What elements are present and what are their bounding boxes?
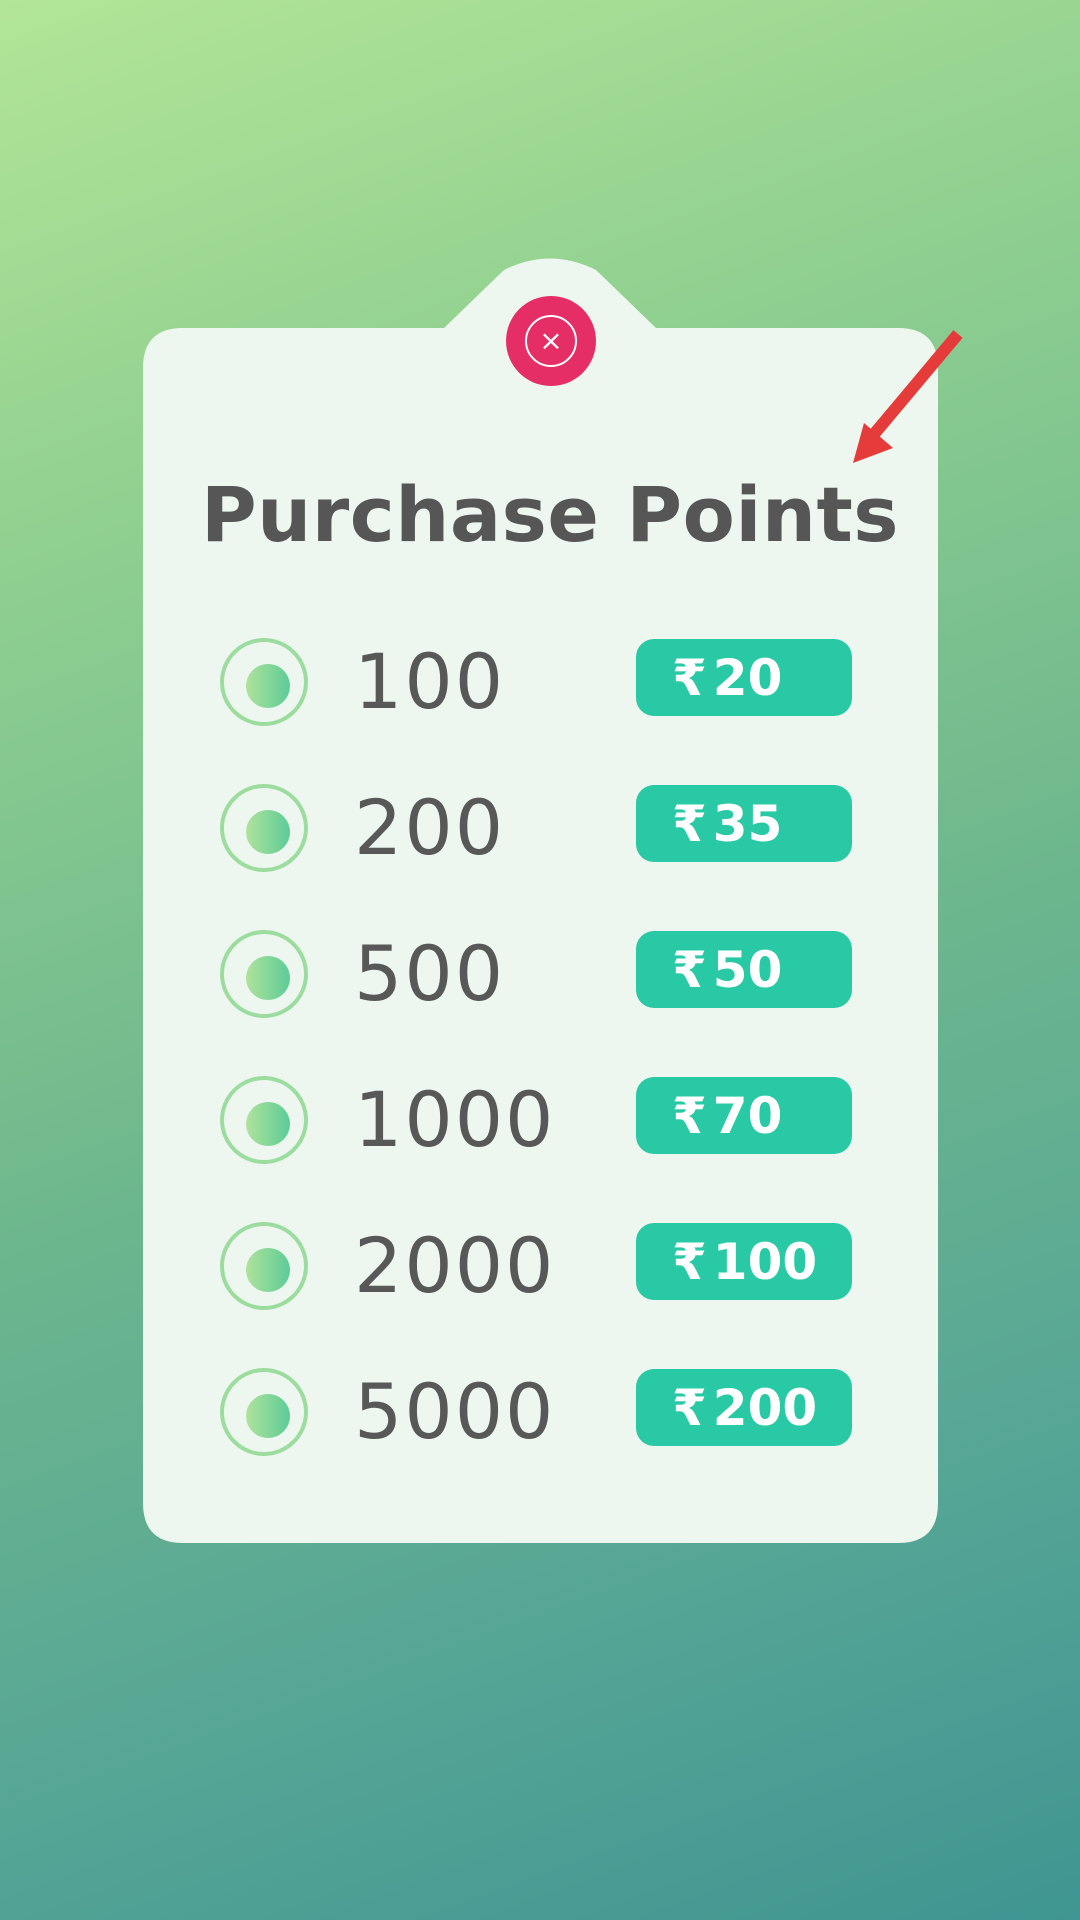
option-row-2000[interactable]: 2000 ₹ 100 bbox=[220, 1222, 852, 1368]
radio-dot-icon bbox=[246, 664, 290, 708]
option-row-1000[interactable]: 1000 ₹ 70 bbox=[220, 1076, 852, 1222]
radio-dot-icon bbox=[246, 1248, 290, 1292]
price-label: 100 bbox=[712, 1232, 818, 1291]
rupee-icon: ₹ bbox=[672, 940, 707, 999]
price-label: 20 bbox=[712, 648, 783, 707]
price-button[interactable]: ₹ 200 bbox=[636, 1369, 852, 1446]
radio-dot-icon bbox=[246, 1394, 290, 1438]
option-row-5000[interactable]: 5000 ₹ 200 bbox=[220, 1368, 852, 1514]
rupee-icon: ₹ bbox=[672, 1378, 707, 1437]
rupee-icon: ₹ bbox=[672, 1086, 707, 1145]
points-label: 100 bbox=[354, 637, 506, 726]
radio-button[interactable] bbox=[220, 1368, 308, 1456]
price-button[interactable]: ₹ 100 bbox=[636, 1223, 852, 1300]
price-button[interactable]: ₹ 35 bbox=[636, 785, 852, 862]
radio-button[interactable] bbox=[220, 638, 308, 726]
price-button[interactable]: ₹ 50 bbox=[636, 931, 852, 1008]
price-label: 200 bbox=[712, 1378, 818, 1437]
price-label: 35 bbox=[712, 794, 783, 853]
points-options-list: 100 ₹ 20 200 ₹ 35 500 ₹ 50 1000 ₹ 70 200… bbox=[220, 638, 852, 1514]
rupee-icon: ₹ bbox=[672, 648, 707, 707]
close-button[interactable]: × bbox=[506, 296, 596, 386]
price-label: 50 bbox=[712, 940, 783, 999]
points-label: 1000 bbox=[354, 1075, 556, 1164]
radio-dot-icon bbox=[246, 956, 290, 1000]
page-title: Purchase Points bbox=[200, 470, 900, 559]
radio-button[interactable] bbox=[220, 930, 308, 1018]
radio-dot-icon bbox=[246, 1102, 290, 1146]
close-glyph: × bbox=[539, 324, 563, 357]
option-row-200[interactable]: 200 ₹ 35 bbox=[220, 784, 852, 930]
points-label: 5000 bbox=[354, 1367, 556, 1456]
rupee-icon: ₹ bbox=[672, 794, 707, 853]
option-row-500[interactable]: 500 ₹ 50 bbox=[220, 930, 852, 1076]
points-label: 200 bbox=[354, 783, 506, 872]
radio-button[interactable] bbox=[220, 1076, 308, 1164]
radio-dot-icon bbox=[246, 810, 290, 854]
points-label: 2000 bbox=[354, 1221, 556, 1310]
option-row-100[interactable]: 100 ₹ 20 bbox=[220, 638, 852, 784]
price-button[interactable]: ₹ 70 bbox=[636, 1077, 852, 1154]
price-button[interactable]: ₹ 20 bbox=[636, 639, 852, 716]
close-icon: × bbox=[525, 315, 577, 367]
rupee-icon: ₹ bbox=[672, 1232, 707, 1291]
points-label: 500 bbox=[354, 929, 506, 1018]
radio-button[interactable] bbox=[220, 784, 308, 872]
price-label: 70 bbox=[712, 1086, 783, 1145]
radio-button[interactable] bbox=[220, 1222, 308, 1310]
